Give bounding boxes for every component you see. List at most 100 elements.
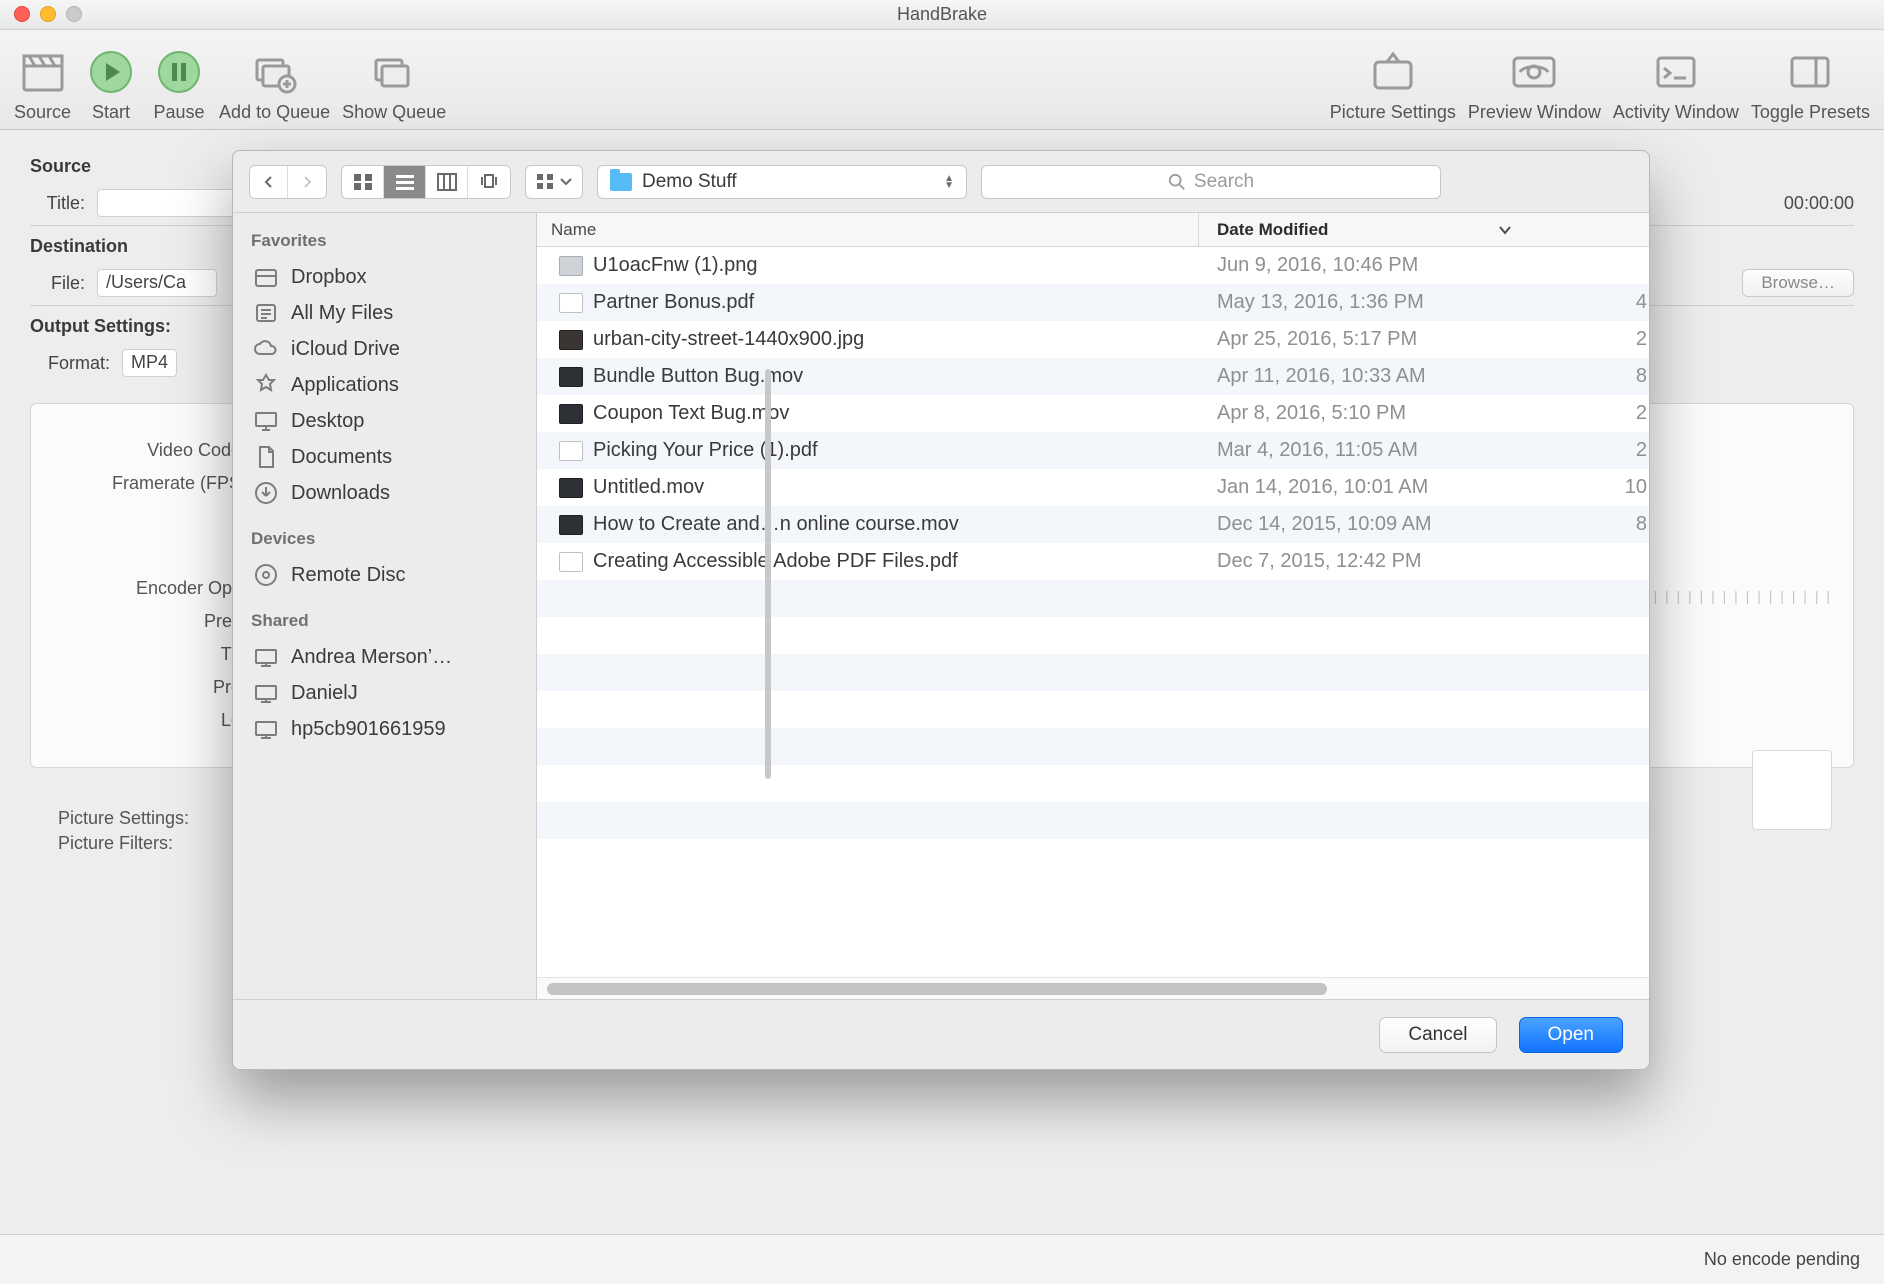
path-popup[interactable]: Demo Stuff ▲▼ — [597, 165, 967, 199]
file-row[interactable]: Creating Accessible Adobe PDF Files.pdf … — [537, 543, 1649, 580]
file-label: File: — [30, 273, 85, 294]
file-row[interactable]: Coupon Text Bug.mov Apr 8, 2016, 5:10 PM… — [537, 395, 1649, 432]
add-to-queue-button[interactable]: Add to Queue — [219, 46, 330, 123]
sidebar-item[interactable]: Andrea Merson’… — [247, 639, 536, 675]
sidebar-item[interactable]: Dropbox — [247, 259, 536, 295]
framerate-label: Framerate (FPS — [61, 473, 241, 494]
chevron-down-icon — [1498, 223, 1512, 237]
file-name: Partner Bonus.pdf — [593, 291, 1199, 314]
window-title: HandBrake — [897, 4, 987, 25]
file-row[interactable]: Partner Bonus.pdf May 13, 2016, 1:36 PM … — [537, 284, 1649, 321]
file-name: U1oacFnw (1).png — [593, 254, 1199, 277]
sidebar-item[interactable]: Documents — [247, 439, 536, 475]
file-name: Untitled.mov — [593, 476, 1199, 499]
sidebar-item[interactable]: Desktop — [247, 403, 536, 439]
nav-forward-button[interactable] — [288, 166, 326, 198]
title-label: Title: — [30, 193, 85, 214]
dialog-footer: Cancel Open — [233, 999, 1649, 1069]
eye-icon — [1506, 46, 1562, 98]
zoom-window-button[interactable] — [66, 6, 82, 22]
scrollbar-thumb[interactable] — [547, 983, 1327, 995]
sidebar-item-label: DanielJ — [291, 682, 358, 705]
file-row[interactable]: Untitled.mov Jan 14, 2016, 10:01 AM 10 — [537, 469, 1649, 506]
nav-back-button[interactable] — [250, 166, 288, 198]
path-label: Demo Stuff — [642, 171, 737, 193]
sidebar-item[interactable]: DanielJ — [247, 675, 536, 711]
updown-icon: ▲▼ — [944, 175, 954, 189]
sidebar-item[interactable]: hp5cb901661959 — [247, 711, 536, 747]
file-row[interactable]: Bundle Button Bug.mov Apr 11, 2016, 10:3… — [537, 358, 1649, 395]
sidebar-item-label: Applications — [291, 374, 399, 397]
sidebar-scrollbar[interactable] — [765, 369, 771, 779]
sidebar-item-label: Downloads — [291, 482, 390, 505]
terminal-icon — [1648, 46, 1704, 98]
show-queue-button[interactable]: Show Queue — [342, 46, 446, 123]
picture-settings-button[interactable]: Picture Settings — [1330, 46, 1456, 123]
profile-label: Pro — [61, 677, 241, 698]
file-date: Jan 14, 2016, 10:01 AM — [1199, 476, 1589, 499]
preset-textbox[interactable] — [1752, 750, 1832, 830]
file-name: Picking Your Price (1).pdf — [593, 439, 1199, 462]
file-icon — [537, 367, 593, 387]
toolbar: Source Start Pause Add to Queue Show Que… — [0, 30, 1884, 130]
arrange-menu[interactable] — [525, 165, 583, 199]
start-button[interactable]: Start — [83, 46, 139, 123]
column-name[interactable]: Name — [537, 213, 1199, 246]
clapperboard-icon — [15, 46, 71, 98]
file-path-field[interactable]: /Users/Ca — [97, 269, 217, 297]
view-columns-button[interactable] — [426, 166, 468, 198]
file-icon — [537, 441, 593, 461]
pause-button[interactable]: Pause — [151, 46, 207, 123]
file-row[interactable]: How to Create and…n online course.mov De… — [537, 506, 1649, 543]
picture-settings-label: Picture Settings — [1330, 102, 1456, 123]
sidebar: Favorites DropboxAll My FilesiCloud Driv… — [233, 213, 537, 999]
sidebar-item-label: hp5cb901661959 — [291, 718, 446, 741]
folder-icon — [610, 173, 632, 191]
sidebar-item-label: Remote Disc — [291, 564, 405, 587]
sidebar-item[interactable]: Downloads — [247, 475, 536, 511]
file-row[interactable]: urban-city-street-1440x900.jpg Apr 25, 2… — [537, 321, 1649, 358]
start-label: Start — [92, 102, 130, 123]
file-icon — [537, 256, 593, 276]
view-coverflow-button[interactable] — [468, 166, 510, 198]
file-date: Dec 7, 2015, 12:42 PM — [1199, 550, 1589, 573]
cancel-button[interactable]: Cancel — [1379, 1017, 1496, 1053]
toggle-presets-button[interactable]: Toggle Presets — [1751, 46, 1870, 123]
tv-icon — [1365, 46, 1421, 98]
format-select[interactable]: MP4 — [122, 349, 177, 377]
search-placeholder: Search — [1194, 171, 1254, 193]
file-row[interactable]: Picking Your Price (1).pdf Mar 4, 2016, … — [537, 432, 1649, 469]
view-icons-button[interactable] — [342, 166, 384, 198]
close-window-button[interactable] — [14, 6, 30, 22]
empty-row — [537, 728, 1649, 765]
open-file-dialog: Demo Stuff ▲▼ Search Favorites DropboxAl… — [232, 150, 1650, 1070]
pause-icon — [151, 46, 207, 98]
view-list-button[interactable] — [384, 166, 426, 198]
preview-window-button[interactable]: Preview Window — [1468, 46, 1601, 123]
sidebar-item[interactable]: iCloud Drive — [247, 331, 536, 367]
source-button[interactable]: Source — [14, 46, 71, 123]
open-button[interactable]: Open — [1519, 1017, 1623, 1053]
preview-label: Preview Window — [1468, 102, 1601, 123]
browse-button[interactable]: Browse… — [1742, 269, 1854, 297]
file-extra: 8 — [1589, 513, 1649, 536]
status-text: No encode pending — [1704, 1249, 1860, 1270]
file-extra: 2 — [1589, 328, 1649, 351]
file-row[interactable]: U1oacFnw (1).png Jun 9, 2016, 10:46 PM — [537, 247, 1649, 284]
file-extra: 2 — [1589, 439, 1649, 462]
minimize-window-button[interactable] — [40, 6, 56, 22]
empty-row — [537, 765, 1649, 802]
horizontal-scrollbar[interactable] — [537, 977, 1649, 999]
file-extra: 8 — [1589, 365, 1649, 388]
sidebar-item[interactable]: All My Files — [247, 295, 536, 331]
activity-window-button[interactable]: Activity Window — [1613, 46, 1739, 123]
file-icon — [537, 293, 593, 313]
column-date[interactable]: Date Modified — [1199, 220, 1589, 240]
sidebar-item-label: iCloud Drive — [291, 338, 400, 361]
search-field[interactable]: Search — [981, 165, 1441, 199]
file-list[interactable]: U1oacFnw (1).png Jun 9, 2016, 10:46 PM P… — [537, 247, 1649, 977]
video-codec-label: Video Code — [61, 440, 241, 461]
sidebar-item[interactable]: Remote Disc — [247, 557, 536, 593]
file-name: Coupon Text Bug.mov — [593, 402, 1199, 425]
sidebar-item[interactable]: Applications — [247, 367, 536, 403]
